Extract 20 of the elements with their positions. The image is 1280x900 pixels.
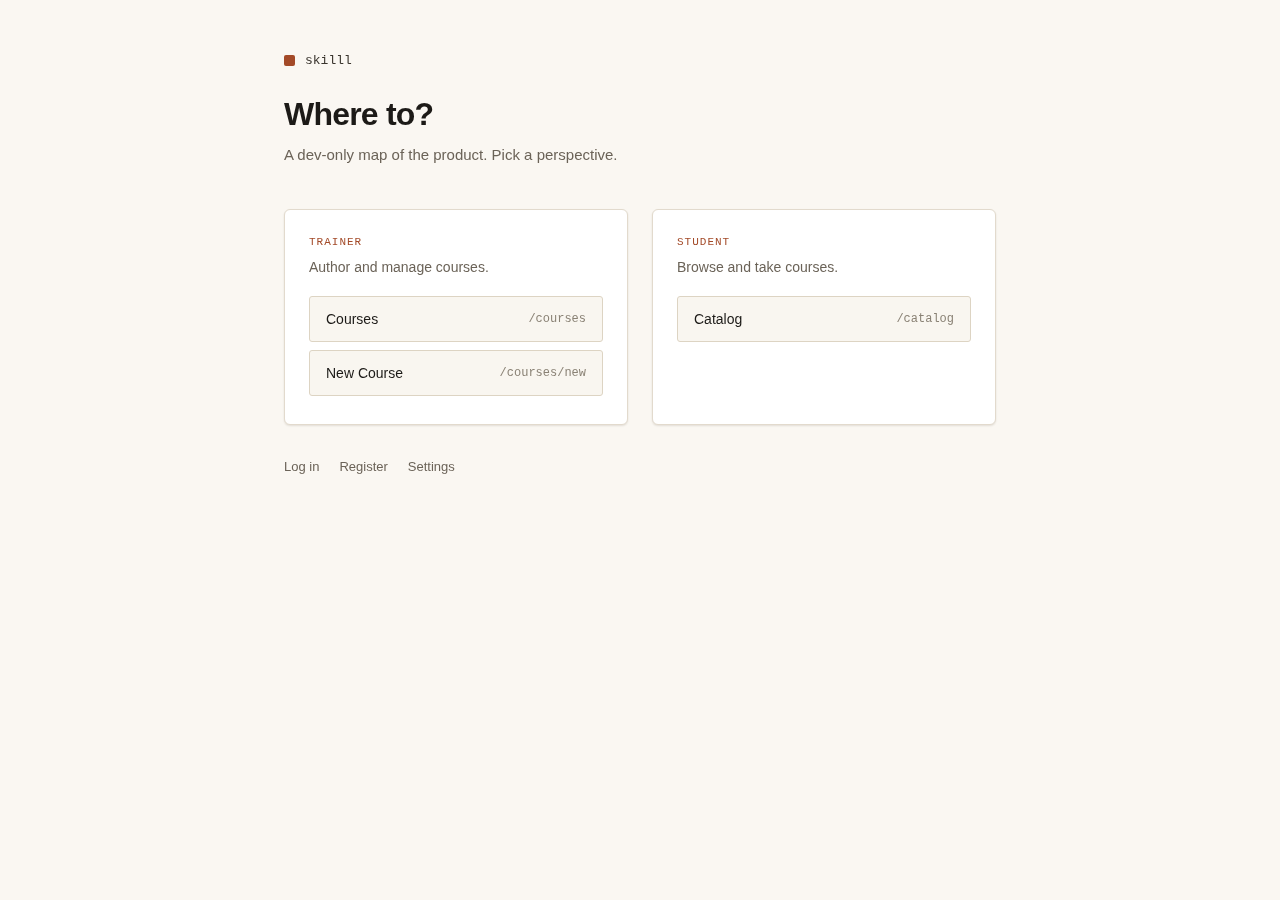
- route-label: Courses: [326, 311, 379, 327]
- route-label: Catalog: [694, 311, 743, 327]
- route-path: /courses: [528, 312, 586, 326]
- route-link[interactable]: Catalog /catalog: [677, 296, 971, 342]
- route-label: New Course: [326, 365, 404, 381]
- footer-link[interactable]: Register: [339, 458, 388, 476]
- page-heading: Where to?: [284, 95, 435, 134]
- brand-mark-icon: [284, 54, 295, 66]
- footer-link[interactable]: Log in: [284, 458, 320, 476]
- perspective-label: TRAINER: [309, 235, 364, 250]
- perspective-label: STUDENT: [677, 235, 732, 250]
- page-subtitle: A dev-only map of the product. Pick a perspective.: [284, 145, 619, 165]
- route-link[interactable]: New Course /courses/new: [309, 350, 603, 396]
- route-path: /courses/new: [499, 366, 586, 380]
- perspective-description: Author and manage courses.: [309, 258, 490, 277]
- route-path: /catalog: [896, 312, 954, 326]
- perspective-description: Browse and take courses.: [677, 258, 840, 277]
- route-link[interactable]: Courses /courses: [309, 296, 603, 342]
- footer-link[interactable]: Settings: [407, 458, 455, 476]
- brand-name: skilll: [305, 52, 352, 68]
